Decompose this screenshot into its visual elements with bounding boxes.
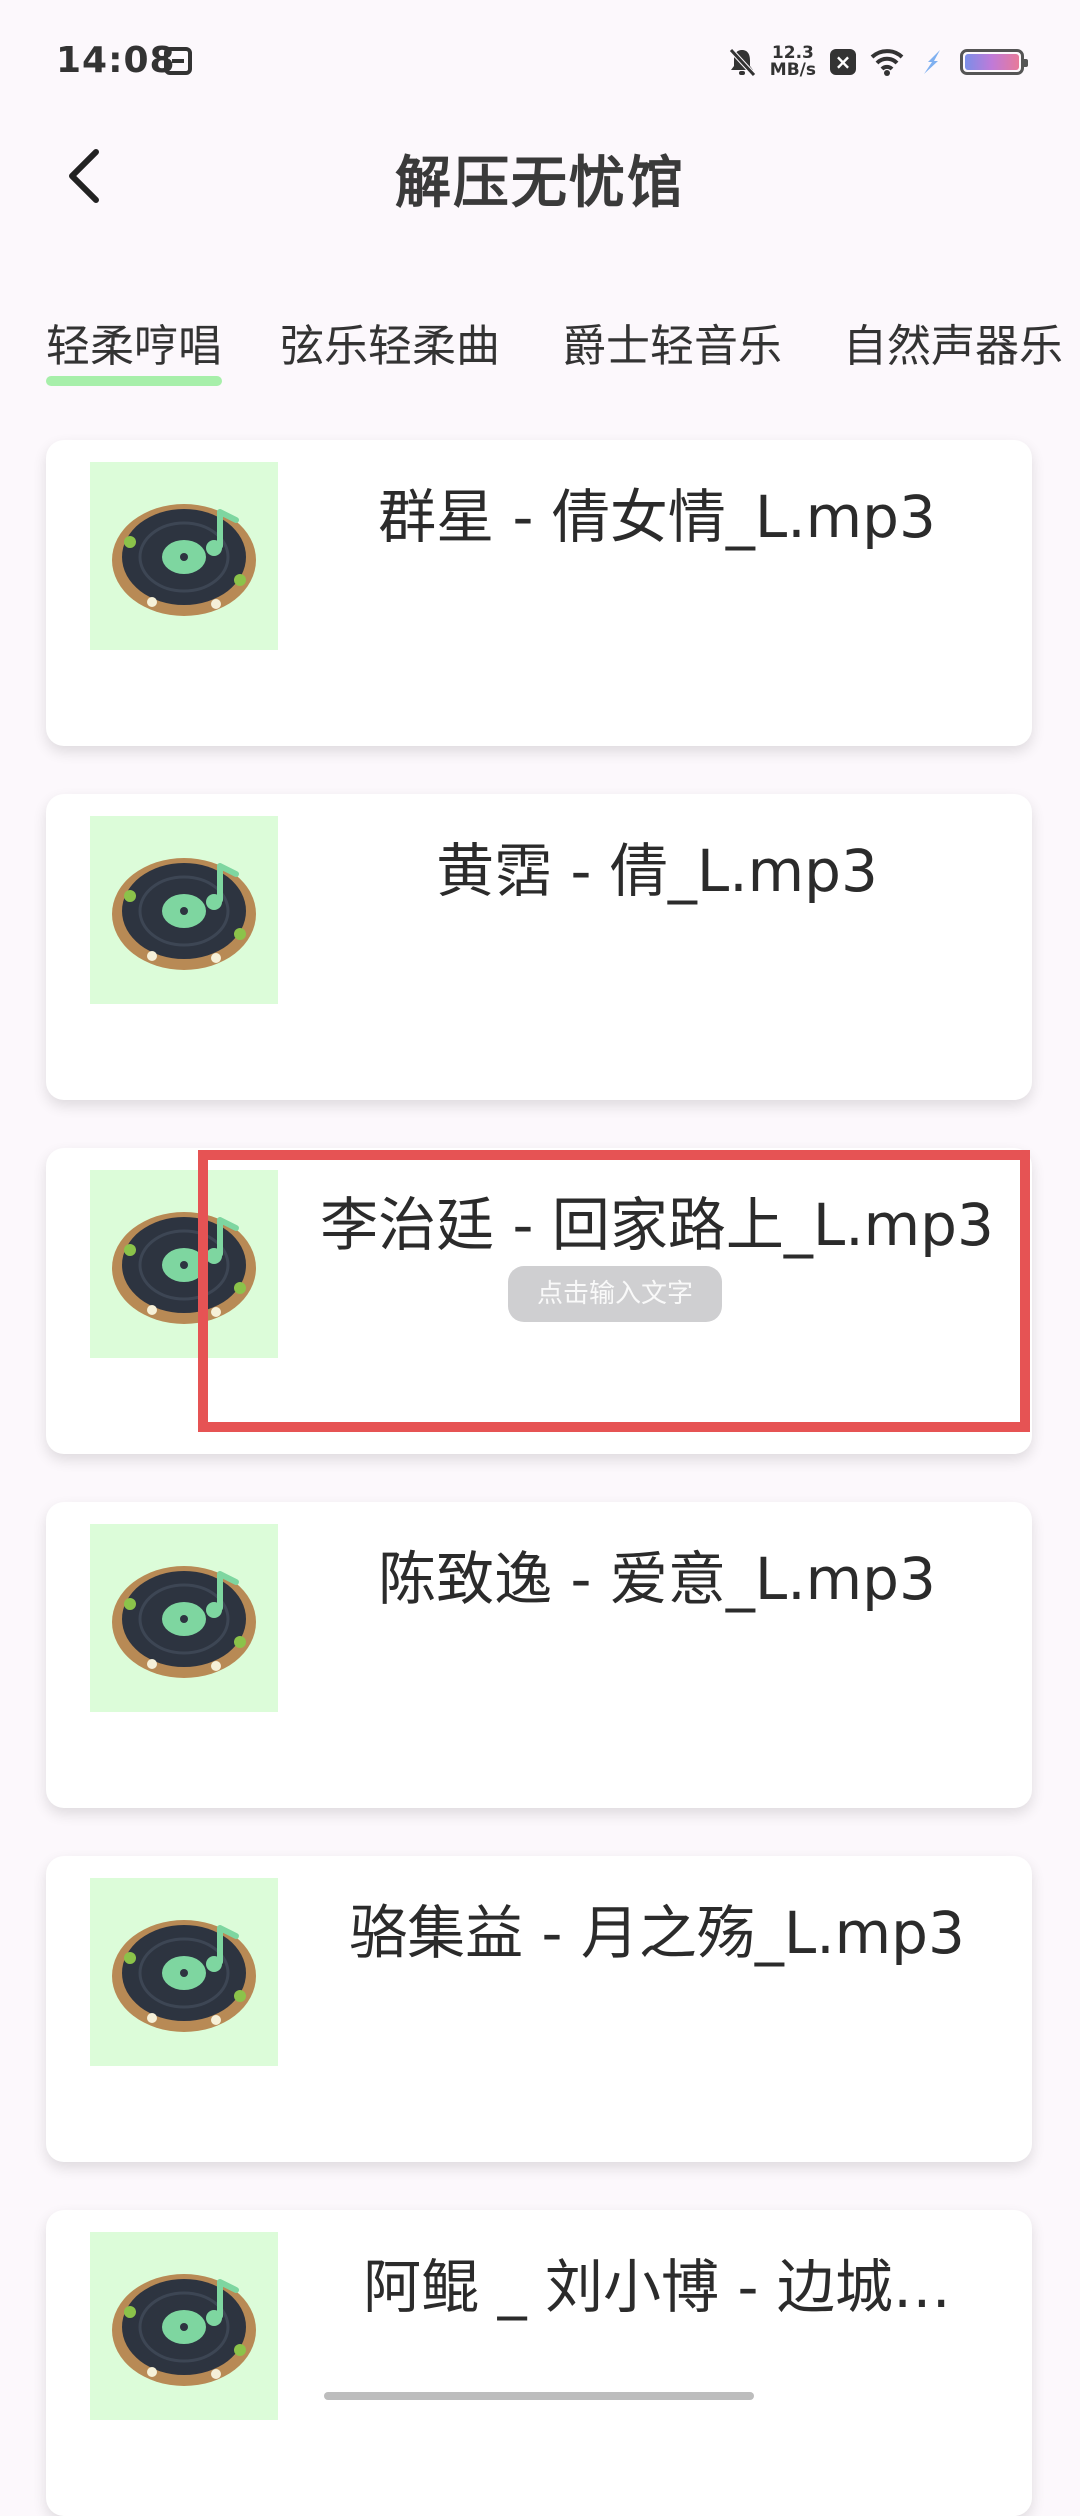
song-thumbnail <box>90 1878 278 2066</box>
vinyl-record-icon <box>112 504 256 616</box>
app-header: 解压无忧馆 <box>0 128 1080 228</box>
song-title: 陈致逸 - 爱意_L.mp3 <box>378 1545 936 1613</box>
page-title: 解压无忧馆 <box>395 151 685 216</box>
song-card[interactable]: 陈致逸 - 爱意_L.mp3 <box>46 1502 1032 1808</box>
tab-jazz[interactable]: 爵士轻音乐 <box>562 310 782 374</box>
status-time: 14:08 <box>56 40 176 81</box>
close-box-icon: × <box>830 49 856 75</box>
song-card[interactable]: 骆集益 - 月之殇_L.mp3 <box>46 1856 1032 2162</box>
song-title: 群星 - 倩女情_L.mp3 <box>378 483 936 551</box>
vinyl-record-icon <box>112 2274 256 2386</box>
wifi-icon <box>870 49 904 76</box>
calendar-icon <box>164 47 192 75</box>
status-icons: 12.3 MB/s × <box>728 38 1028 86</box>
song-card[interactable]: 阿鲲 _ 刘小博 - 边城… <box>46 2210 1032 2516</box>
song-thumbnail <box>90 2232 278 2420</box>
tab-strings[interactable]: 弦乐轻柔曲 <box>280 310 500 374</box>
network-speed: 12.3 MB/s <box>769 43 816 80</box>
category-tabs: 轻柔哼唱 弦乐轻柔曲 爵士轻音乐 自然声器乐 <box>0 300 1080 390</box>
vinyl-record-icon <box>112 1566 256 1678</box>
song-thumbnail <box>90 462 278 650</box>
song-card[interactable]: 群星 - 倩女情_L.mp3 <box>46 440 1032 746</box>
song-title: 骆集益 - 月之殇_L.mp3 <box>349 1899 965 1967</box>
tab-nature-instrumental[interactable]: 自然声器乐 <box>843 310 1063 374</box>
mute-bell-icon <box>728 48 756 77</box>
status-bar: 14:08 12.3 MB/s × <box>0 0 1080 128</box>
song-thumbnail <box>90 1524 278 1712</box>
battery-icon <box>960 49 1028 75</box>
text-input-hint[interactable]: 点击输入文字 <box>508 1266 722 1322</box>
song-thumbnail <box>90 816 278 1004</box>
song-title: 阿鲲 _ 刘小博 - 边城… <box>363 2253 951 2321</box>
vinyl-record-icon <box>112 858 256 970</box>
vinyl-record-icon <box>112 1920 256 2032</box>
tab-soft-humming[interactable]: 轻柔哼唱 <box>46 310 222 386</box>
charging-bolt-icon <box>924 50 940 74</box>
song-card[interactable]: 黄霑 - 倩_L.mp3 <box>46 794 1032 1100</box>
home-indicator[interactable] <box>324 2392 754 2400</box>
song-title: 黄霑 - 倩_L.mp3 <box>436 837 878 905</box>
